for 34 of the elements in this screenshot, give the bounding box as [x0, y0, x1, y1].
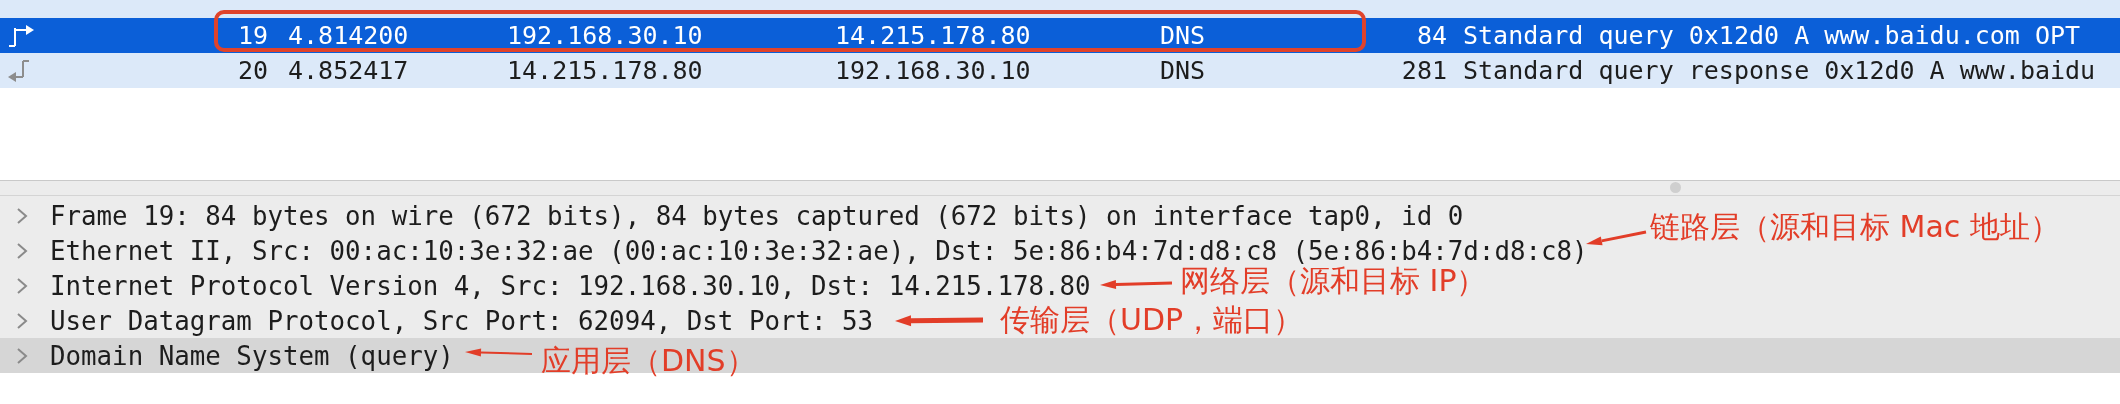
- length-cell: 281: [1401, 56, 1447, 85]
- protocol-cell: DNS: [1160, 21, 1206, 50]
- annotation-label: 应用层（DNS）: [541, 342, 756, 380]
- detail-item[interactable]: Internet Protocol Version 4, Src: 192.168.30.10, Dst: 14.215.178.80: [50, 270, 1091, 301]
- source-cell: 14.215.178.80: [507, 56, 703, 85]
- detail-item[interactable]: User Datagram Protocol, Src Port: 62094, Dst Port: 53: [50, 305, 874, 336]
- time-cell: 4.814200: [288, 21, 409, 50]
- arrow: [465, 348, 533, 357]
- annotation-label: 链路层（源和目标 Mac 地址）: [1650, 208, 2060, 246]
- annotation-label: 网络层（源和目标 IP）: [1180, 263, 1487, 300]
- packet-row[interactable]: 20 4.852417 14.215.178.80 192.168.30.10 DNS 281 Standard query response 0x12d0 A www.baidu: [0, 53, 2120, 88]
- arrow: [1586, 230, 1647, 246]
- request-arrow-icon: [6, 23, 36, 48]
- chevron-icon[interactable]: [16, 276, 28, 295]
- source-cell: 192.168.30.10: [507, 21, 703, 50]
- destination-cell: 192.168.30.10: [835, 56, 1031, 85]
- info-cell: Standard query 0x12d0 A www.baidu.com OPT: [1463, 21, 2081, 50]
- info-cell: Standard query response 0x12d0 A www.baidu: [1463, 56, 2096, 85]
- splitter-handle[interactable]: [1670, 182, 1681, 193]
- chevron-icon[interactable]: [16, 311, 28, 330]
- destination-cell: 14.215.178.80: [835, 21, 1031, 50]
- detail-item[interactable]: Ethernet II, Src: 00:ac:10:3e:32:ae (00:ac:10:3e:32:ae), Dst: 5e:86:b4:7d:d8:c8 (5e:86:b4:7d:d8:c8): [50, 235, 1588, 266]
- time-cell: 4.852417: [288, 56, 409, 85]
- chevron-icon[interactable]: [16, 346, 28, 365]
- length-cell: 84: [1416, 21, 1447, 50]
- protocol-cell: DNS: [1160, 56, 1206, 85]
- detail-item[interactable]: Domain Name System (query): [50, 340, 454, 371]
- detail-item[interactable]: Frame 19: 84 bytes on wire (672 bits), 84 bytes captured (672 bits) on interface tap0, id 0: [50, 200, 1464, 231]
- number-cell: 20: [237, 56, 268, 85]
- number-cell: 19: [237, 21, 268, 50]
- packet-row[interactable]: 19 4.814200 192.168.30.10 14.215.178.80 DNS 84 Standard query 0x12d0 A www.baidu.com OPT: [0, 18, 2120, 53]
- annotation-label: 传输层（UDP，端口）: [1000, 301, 1304, 339]
- chevron-icon[interactable]: [16, 241, 28, 260]
- chevron-icon[interactable]: [16, 206, 28, 225]
